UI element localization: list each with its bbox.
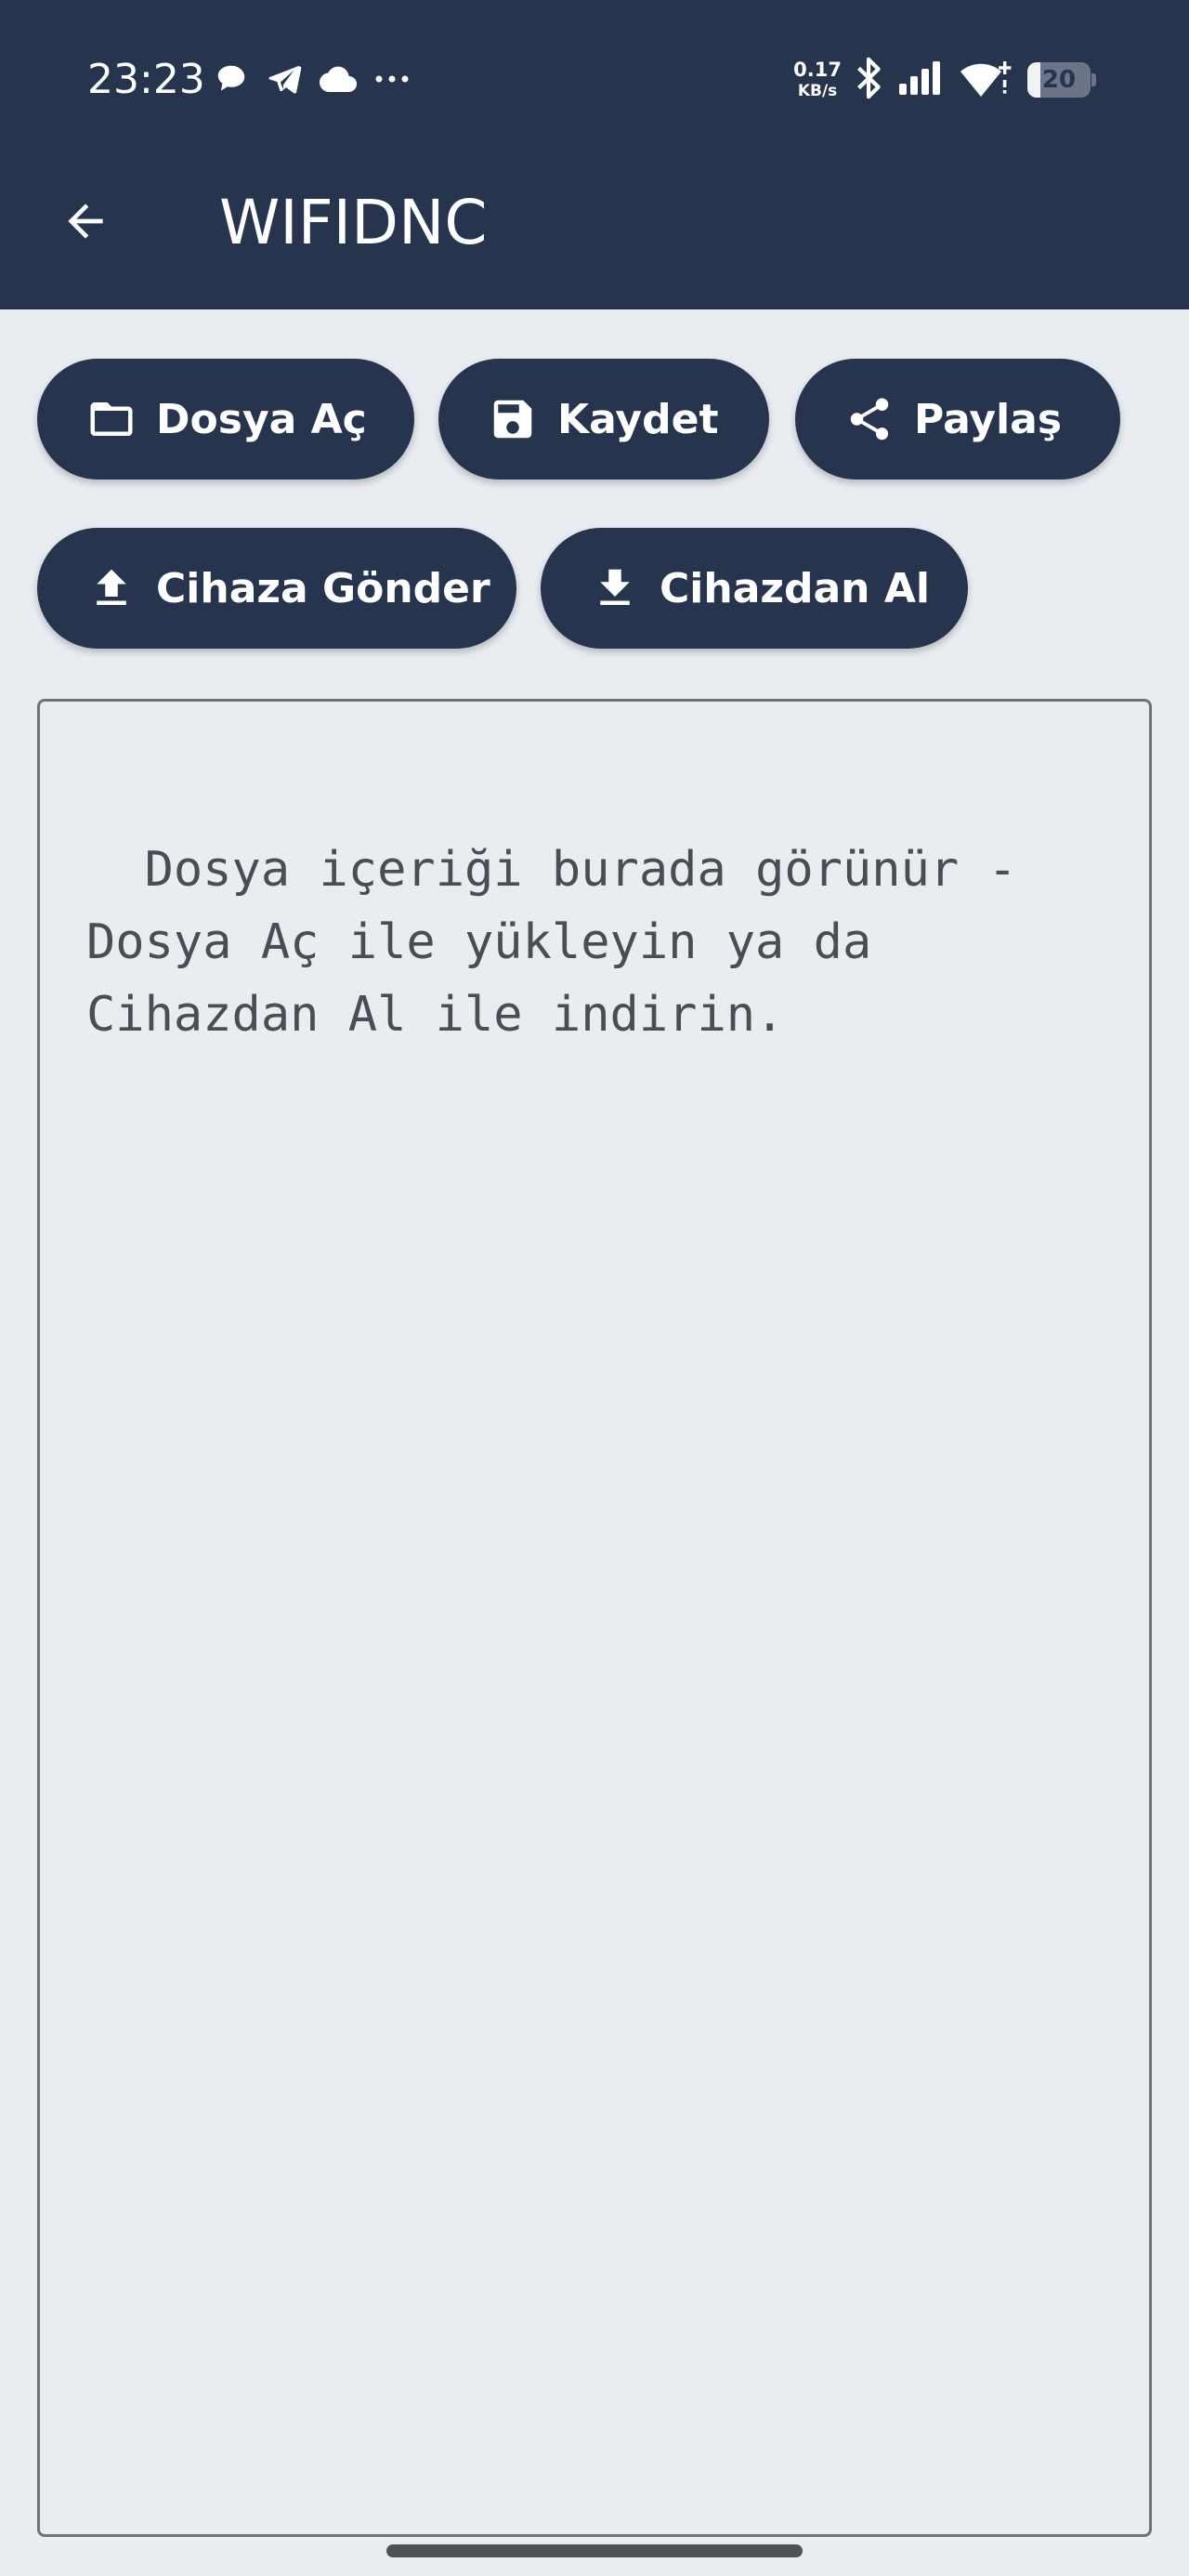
upload-icon: [85, 562, 137, 614]
notification-icons: [214, 58, 411, 104]
cloud-icon: [320, 65, 357, 98]
file-content-editor[interactable]: Dosya içeriği burada görünür - Dosya Aç …: [37, 699, 1152, 2537]
wifi-icon: [959, 58, 1013, 103]
telegram-icon: [266, 60, 303, 102]
app-title: WIFIDNC: [219, 187, 488, 258]
share-icon: [843, 393, 895, 445]
top-app-bar: 23:23 0.17 KB/s 20 WIFIDNC: [0, 0, 1189, 309]
more-notifications-icon: [373, 72, 411, 89]
system-status-icons: 0.17 KB/s 20: [793, 52, 1096, 108]
home-indicator[interactable]: [386, 2544, 803, 2557]
back-button[interactable]: [43, 178, 128, 264]
save-label: Kaydet: [557, 395, 719, 443]
battery-icon: 20: [1027, 62, 1096, 98]
send-to-device-button[interactable]: Cihaza Gönder: [37, 528, 516, 649]
folder-icon: [85, 393, 137, 445]
share-label: Paylaş: [914, 395, 1063, 443]
bluetooth-icon: [856, 57, 882, 104]
share-button[interactable]: Paylaş: [795, 359, 1120, 480]
editor-placeholder: Dosya içeriği burada görünür - Dosya Aç …: [86, 842, 1017, 1043]
net-speed: 0.17 KB/s: [793, 60, 842, 99]
receive-from-device-label: Cihazdan Al: [660, 564, 930, 612]
chat-bubble-icon: [214, 61, 249, 101]
net-speed-unit: KB/s: [797, 82, 838, 100]
open-file-label: Dosya Aç: [156, 395, 367, 443]
net-speed-value: 0.17: [793, 59, 842, 81]
battery-level: 20: [1041, 66, 1077, 94]
floppy-disk-icon: [487, 393, 539, 445]
signal-strength-icon: [897, 59, 944, 101]
status-time: 23:23: [87, 56, 205, 103]
arrow-left-icon: [68, 204, 103, 239]
receive-from-device-button[interactable]: Cihazdan Al: [541, 528, 968, 649]
send-to-device-label: Cihaza Gönder: [156, 564, 490, 612]
open-file-button[interactable]: Dosya Aç: [37, 359, 414, 480]
save-button[interactable]: Kaydet: [438, 359, 769, 480]
download-icon: [589, 562, 641, 614]
